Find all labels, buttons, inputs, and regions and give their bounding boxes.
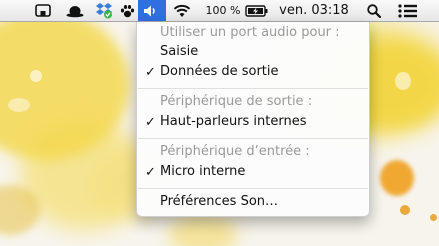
menu-item-label: Préférences Son…	[160, 194, 279, 209]
battery-percentage[interactable]: 100 %	[203, 0, 243, 21]
header-audio-port: Utiliser un port audio pour :	[137, 24, 369, 43]
checkmark-icon: ✓	[145, 115, 156, 130]
clock[interactable]: ven. 03:18	[276, 0, 352, 21]
screen-mirroring-icon[interactable]	[33, 0, 53, 21]
checkmark-icon: ✓	[145, 65, 156, 80]
menu-item-label: Micro interne	[160, 164, 246, 179]
menu-item-label: Haut-parleurs internes	[160, 114, 307, 129]
header-label: Utiliser un port audio pour :	[160, 25, 340, 40]
notification-list-icon[interactable]	[396, 0, 420, 21]
header-input-device: Périphérique d’entrée :	[137, 143, 369, 162]
header-output-device: Périphérique de sortie :	[137, 93, 369, 112]
menu-separator	[138, 188, 368, 189]
menu-item-haut-parleurs-internes[interactable]: ✓ Haut-parleurs internes	[137, 113, 369, 132]
paw-icon[interactable]	[117, 0, 137, 21]
wifi-icon[interactable]	[171, 0, 193, 21]
menu-bar: 100 % ven. 03:18	[0, 0, 439, 22]
checkmark-icon: ✓	[145, 165, 156, 180]
header-label: Périphérique d’entrée :	[160, 144, 310, 159]
battery-charging-icon[interactable]	[243, 0, 271, 21]
menu-separator	[138, 138, 368, 139]
menu-item-label: Saisie	[160, 44, 199, 59]
header-label: Périphérique de sortie :	[160, 94, 313, 109]
menu-item-micro-interne[interactable]: ✓ Micro interne	[137, 163, 369, 182]
volume-icon[interactable]	[138, 0, 166, 21]
dropbox-icon[interactable]	[93, 0, 115, 21]
spotlight-search-icon[interactable]	[364, 0, 384, 21]
menu-item-donnees-de-sortie[interactable]: ✓ Données de sortie	[137, 63, 369, 82]
sound-menu: Utiliser un port audio pour : Saisie ✓ D…	[136, 22, 370, 217]
menu-separator	[138, 88, 368, 89]
menu-item-label: Données de sortie	[160, 64, 279, 79]
menu-item-saisie[interactable]: Saisie	[137, 43, 369, 62]
menu-item-sound-preferences[interactable]: Préférences Son…	[137, 193, 369, 212]
bowler-hat-icon[interactable]	[64, 0, 86, 21]
